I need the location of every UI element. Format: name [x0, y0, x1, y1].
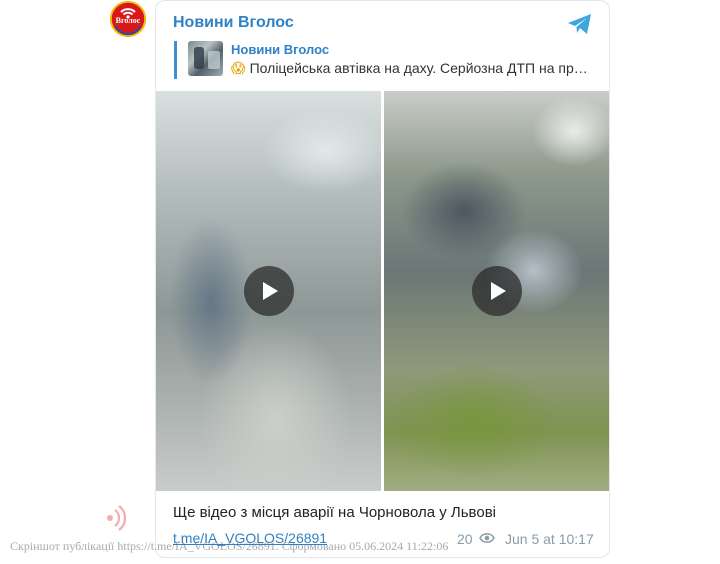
play-button[interactable] [472, 266, 522, 316]
view-count: 20 [457, 531, 473, 547]
message-card: Новини Вголос Новини Вголос 😱 Поліцейська… [155, 0, 610, 558]
telegram-icon[interactable] [567, 13, 593, 35]
play-button[interactable] [244, 266, 294, 316]
reply-preview[interactable]: Новини Вголос 😱 Поліцейська автівка на да… [174, 41, 594, 79]
video-2[interactable] [384, 91, 609, 491]
play-icon [263, 282, 278, 300]
reply-text: 😱 Поліцейська автівка на даху. Серйозна Д… [231, 60, 596, 77]
avatar-logo-text: Вголос [115, 16, 141, 25]
reply-text-body: Поліцейська автівка на даху. Серйозна ДТ… [249, 60, 588, 76]
media-grid [156, 91, 609, 491]
post-date: Jun 5 at 10:17 [505, 531, 594, 547]
watermark-signal-icon [107, 505, 127, 531]
scream-emoji-icon: 😱 [231, 60, 246, 76]
screenshot-watermark: Скріншот публікації https://t.me/IA_VGOL… [10, 539, 449, 553]
reply-title: Новини Вголос [231, 42, 330, 57]
play-icon [491, 282, 506, 300]
channel-avatar[interactable]: Вголос [110, 1, 146, 37]
video-1[interactable] [156, 91, 381, 491]
eye-icon [479, 533, 495, 543]
post-caption: Ще відео з місця аварії на Чорновола у Л… [173, 504, 496, 521]
reply-thumbnail [188, 41, 223, 76]
channel-name[interactable]: Новини Вголос [173, 14, 294, 32]
